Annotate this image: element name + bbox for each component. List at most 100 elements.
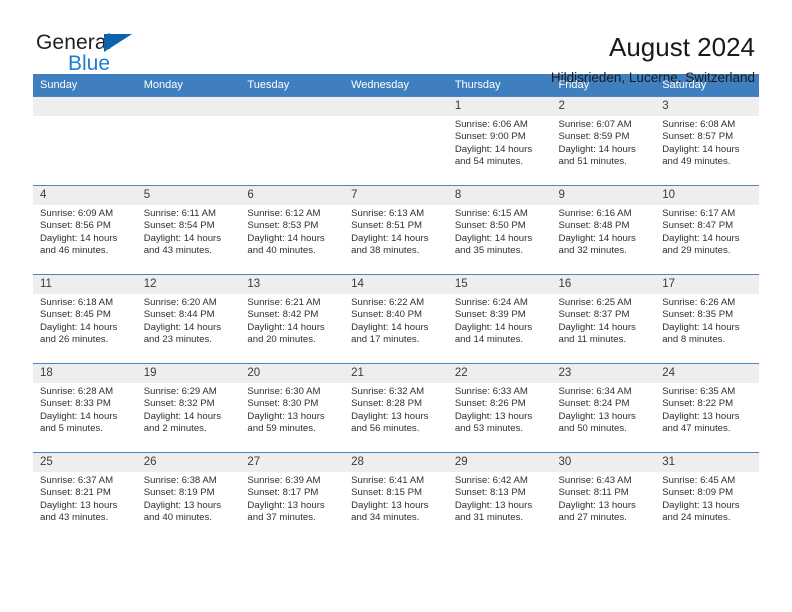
calendar-cell-inner: 16 Sunrise: 6:25 AM Sunset: 8:37 PM Dayligh… [551, 275, 656, 363]
day-number: 6 [240, 186, 345, 205]
calendar-cell-day-30[interactable]: 30 Sunrise: 6:43 AM Sunset: 8:11 PM Dayligh… [551, 452, 656, 542]
daylight-line-1: Daylight: 13 hours [558, 499, 636, 511]
daylight-line-2: and 53 minutes. [454, 423, 524, 435]
sunset-time: Sunset: 8:32 PM [143, 398, 215, 410]
daylight-line-1: Daylight: 14 hours [558, 143, 636, 155]
daylight-line-1: Daylight: 14 hours [454, 143, 533, 155]
daylight-line-2: and 8 minutes. [662, 334, 726, 346]
day-sun-info: Sunrise: 6:30 AM Sunset: 8:30 PM Daylight:… [240, 383, 344, 436]
sunset-time: Sunset: 8:53 PM [247, 220, 319, 232]
daylight-line-1: Daylight: 14 hours [454, 321, 533, 333]
calendar-week-row: 11 Sunrise: 6:18 AM Sunset: 8:45 PM Dayligh… [33, 274, 759, 364]
calendar-cell-day-16[interactable]: 16 Sunrise: 6:25 AM Sunset: 8:37 PM Dayligh… [551, 274, 656, 364]
calendar-cell-day-14[interactable]: 14 Sunrise: 6:22 AM Sunset: 8:40 PM Dayligh… [344, 274, 448, 364]
calendar-cell-day-20[interactable]: 20 Sunrise: 6:30 AM Sunset: 8:30 PM Dayligh… [240, 363, 345, 453]
sunrise-time: Sunrise: 6:17 AM [662, 208, 736, 219]
calendar-cell-inner: 30 Sunrise: 6:43 AM Sunset: 8:11 PM Dayligh… [551, 453, 656, 542]
sunrise-time: Sunrise: 6:22 AM [351, 297, 425, 308]
calendar-cell-day-8[interactable]: 8 Sunrise: 6:15 AM Sunset: 8:50 PM Daylight… [447, 185, 552, 275]
sunrise-time: Sunrise: 6:16 AM [558, 208, 632, 219]
calendar-cell-inner: 24 Sunrise: 6:35 AM Sunset: 8:22 PM Dayligh… [655, 364, 759, 452]
day-number [344, 97, 448, 116]
day-number: 29 [447, 453, 552, 472]
calendar-cell-day-5[interactable]: 5 Sunrise: 6:11 AM Sunset: 8:54 PM Daylight… [136, 185, 241, 275]
day-number: 18 [33, 364, 137, 383]
day-number: 10 [655, 186, 759, 205]
daylight-line-1: Daylight: 13 hours [454, 410, 533, 422]
calendar-cell-day-17[interactable]: 17 Sunrise: 6:26 AM Sunset: 8:35 PM Dayligh… [655, 274, 759, 364]
calendar-cell-day-24[interactable]: 24 Sunrise: 6:35 AM Sunset: 8:22 PM Dayligh… [655, 363, 759, 453]
calendar-cell-day-19[interactable]: 19 Sunrise: 6:29 AM Sunset: 8:32 PM Dayligh… [136, 363, 241, 453]
sunset-time: Sunset: 8:59 PM [558, 131, 630, 143]
sunset-time: Sunset: 8:28 PM [351, 398, 423, 410]
day-number: 23 [551, 364, 656, 383]
day-number: 19 [136, 364, 241, 383]
calendar-cell-day-27[interactable]: 27 Sunrise: 6:39 AM Sunset: 8:17 PM Dayligh… [240, 452, 345, 542]
day-sun-info: Sunrise: 6:37 AM Sunset: 8:21 PM Daylight:… [33, 472, 137, 525]
calendar-cell-day-21[interactable]: 21 Sunrise: 6:32 AM Sunset: 8:28 PM Dayligh… [344, 363, 448, 453]
sunrise-time: Sunrise: 6:32 AM [351, 386, 425, 397]
calendar-week-row: 1 Sunrise: 6:06 AM Sunset: 9:00 PM Daylight… [33, 96, 759, 186]
calendar-cell-inner: 31 Sunrise: 6:45 AM Sunset: 8:09 PM Dayligh… [655, 453, 759, 542]
calendar-cell-inner: 19 Sunrise: 6:29 AM Sunset: 8:32 PM Dayligh… [136, 364, 241, 452]
calendar-body: 1 Sunrise: 6:06 AM Sunset: 9:00 PM Daylight… [33, 96, 759, 542]
calendar-cell-day-7[interactable]: 7 Sunrise: 6:13 AM Sunset: 8:51 PM Daylight… [344, 185, 448, 275]
calendar-cell-day-3[interactable]: 3 Sunrise: 6:08 AM Sunset: 8:57 PM Daylight… [655, 96, 759, 186]
calendar-cell-day-10[interactable]: 10 Sunrise: 6:17 AM Sunset: 8:47 PM Dayligh… [655, 185, 759, 275]
calendar-cell-day-18[interactable]: 18 Sunrise: 6:28 AM Sunset: 8:33 PM Dayligh… [33, 363, 137, 453]
daylight-line-1: Daylight: 14 hours [247, 232, 325, 244]
sunset-time: Sunset: 8:40 PM [351, 309, 423, 321]
calendar-cell-inner: 12 Sunrise: 6:20 AM Sunset: 8:44 PM Dayligh… [136, 275, 241, 363]
calendar-cell-day-31[interactable]: 31 Sunrise: 6:45 AM Sunset: 8:09 PM Dayligh… [655, 452, 759, 542]
calendar-cell-day-6[interactable]: 6 Sunrise: 6:12 AM Sunset: 8:53 PM Daylight… [240, 185, 345, 275]
calendar-cell-inner: 10 Sunrise: 6:17 AM Sunset: 8:47 PM Dayligh… [655, 186, 759, 274]
day-sun-info: Sunrise: 6:33 AM Sunset: 8:26 PM Daylight:… [448, 383, 552, 436]
sunrise-time: Sunrise: 6:11 AM [143, 208, 217, 219]
calendar-cell-day-29[interactable]: 29 Sunrise: 6:42 AM Sunset: 8:13 PM Dayligh… [447, 452, 552, 542]
daylight-line-1: Daylight: 14 hours [662, 143, 740, 155]
day-number: 16 [551, 275, 656, 294]
calendar-cell-day-1[interactable]: 1 Sunrise: 6:06 AM Sunset: 9:00 PM Daylight… [447, 96, 552, 186]
calendar-cell-day-26[interactable]: 26 Sunrise: 6:38 AM Sunset: 8:19 PM Dayligh… [136, 452, 241, 542]
day-sun-info: Sunrise: 6:18 AM Sunset: 8:45 PM Daylight:… [33, 294, 137, 347]
general-blue-logo[interactable]: General Blue [33, 32, 156, 80]
sunset-time: Sunset: 8:54 PM [143, 220, 215, 232]
daylight-line-1: Daylight: 13 hours [454, 499, 533, 511]
day-sun-info: Sunrise: 6:29 AM Sunset: 8:32 PM Daylight:… [137, 383, 241, 436]
daylight-line-2: and 27 minutes. [558, 512, 627, 524]
sunrise-time: Sunrise: 6:28 AM [40, 386, 114, 397]
sunrise-time: Sunrise: 6:13 AM [351, 208, 425, 219]
calendar-cell-day-15[interactable]: 15 Sunrise: 6:24 AM Sunset: 8:39 PM Dayligh… [447, 274, 552, 364]
sunrise-time: Sunrise: 6:24 AM [454, 297, 528, 308]
calendar-cell-day-9[interactable]: 9 Sunrise: 6:16 AM Sunset: 8:48 PM Daylight… [551, 185, 656, 275]
daylight-line-1: Daylight: 13 hours [662, 499, 740, 511]
daylight-line-2: and 34 minutes. [351, 512, 420, 524]
calendar-cell-day-11[interactable]: 11 Sunrise: 6:18 AM Sunset: 8:45 PM Dayligh… [33, 274, 137, 364]
calendar-cell-inner: 22 Sunrise: 6:33 AM Sunset: 8:26 PM Dayligh… [447, 364, 552, 452]
calendar-cell-inner: 7 Sunrise: 6:13 AM Sunset: 8:51 PM Daylight… [344, 186, 448, 274]
calendar-cell-day-2[interactable]: 2 Sunrise: 6:07 AM Sunset: 8:59 PM Daylight… [551, 96, 656, 186]
daylight-line-2: and 40 minutes. [247, 245, 316, 257]
daylight-line-1: Daylight: 14 hours [40, 410, 118, 422]
sunrise-time: Sunrise: 6:37 AM [40, 475, 114, 486]
sunset-time: Sunset: 8:19 PM [143, 487, 215, 499]
calendar-cell-day-28[interactable]: 28 Sunrise: 6:41 AM Sunset: 8:15 PM Dayligh… [344, 452, 448, 542]
day-sun-info: Sunrise: 6:26 AM Sunset: 8:35 PM Daylight:… [655, 294, 759, 347]
daylight-line-1: Daylight: 14 hours [454, 232, 533, 244]
calendar-cell-inner: 20 Sunrise: 6:30 AM Sunset: 8:30 PM Dayligh… [240, 364, 345, 452]
calendar-cell-day-12[interactable]: 12 Sunrise: 6:20 AM Sunset: 8:44 PM Dayligh… [136, 274, 241, 364]
daylight-line-1: Daylight: 14 hours [351, 321, 429, 333]
calendar-cell-day-23[interactable]: 23 Sunrise: 6:34 AM Sunset: 8:24 PM Dayligh… [551, 363, 656, 453]
sunrise-time: Sunrise: 6:12 AM [247, 208, 321, 219]
day-number: 11 [33, 275, 137, 294]
day-sun-info: Sunrise: 6:38 AM Sunset: 8:19 PM Daylight:… [137, 472, 241, 525]
logo-text-blue: Blue [68, 52, 111, 75]
sunset-time: Sunset: 8:09 PM [662, 487, 734, 499]
logo-triangle-icon [104, 34, 132, 52]
calendar-cell-day-13[interactable]: 13 Sunrise: 6:21 AM Sunset: 8:42 PM Dayligh… [240, 274, 345, 364]
day-sun-info: Sunrise: 6:45 AM Sunset: 8:09 PM Daylight:… [655, 472, 759, 525]
calendar-cell-day-25[interactable]: 25 Sunrise: 6:37 AM Sunset: 8:21 PM Dayligh… [33, 452, 137, 542]
calendar-cell-day-4[interactable]: 4 Sunrise: 6:09 AM Sunset: 8:56 PM Daylight… [33, 185, 137, 275]
day-number: 4 [33, 186, 137, 205]
calendar-cell-day-22[interactable]: 22 Sunrise: 6:33 AM Sunset: 8:26 PM Dayligh… [447, 363, 552, 453]
